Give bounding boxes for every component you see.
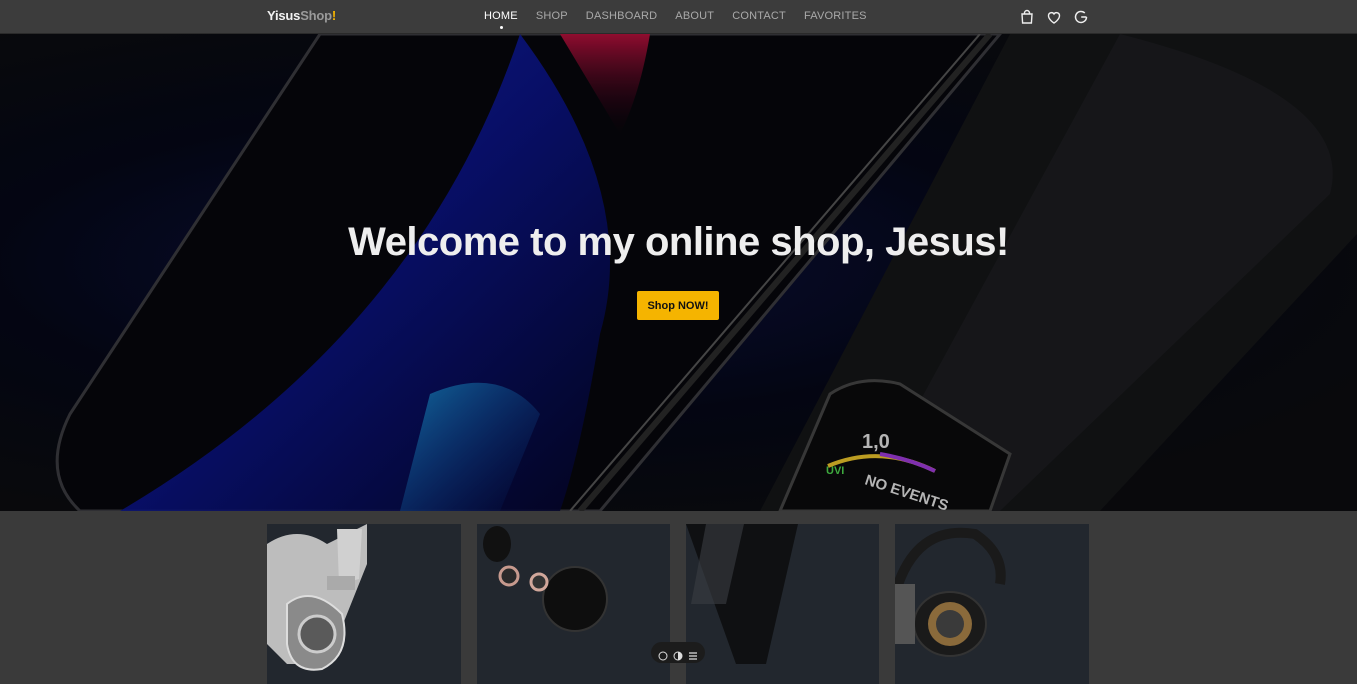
product-image-tablet — [686, 524, 798, 664]
hero-title: Welcome to my online shop, Jesus! — [348, 220, 1009, 264]
product-image-earbuds — [483, 526, 608, 632]
contrast-icon[interactable] — [673, 648, 683, 660]
google-icon[interactable] — [1073, 9, 1089, 25]
nav-favorites[interactable]: FAVORITES — [804, 10, 867, 22]
product-card[interactable] — [686, 524, 879, 684]
heart-icon[interactable] — [1046, 9, 1062, 25]
product-card[interactable] — [895, 524, 1089, 684]
nav-shop[interactable]: SHOP — [536, 10, 568, 22]
main-nav: HOME SHOP DASHBOARD ABOUT CONTACT FAVORI… — [484, 10, 867, 29]
brand-part-3: ! — [331, 8, 337, 23]
top-navbar: YisusShop! HOME SHOP DASHBOARD ABOUT CON… — [0, 0, 1357, 34]
menu-icon[interactable] — [688, 648, 698, 660]
product-card[interactable] — [267, 524, 461, 684]
nav-contact[interactable]: CONTACT — [732, 10, 786, 22]
product-image-headphones-gold — [895, 527, 1006, 657]
header-icons — [1019, 9, 1089, 25]
floating-toolbar — [651, 642, 705, 663]
brand-part-2: Shop — [300, 8, 332, 23]
comment-icon[interactable] — [658, 648, 668, 660]
brand-logo[interactable]: YisusShop! — [267, 8, 336, 23]
shop-now-button[interactable]: Shop NOW! — [637, 291, 719, 320]
hero-background-image: 1,0 UVI NO EVENTS — [0, 34, 1357, 511]
nav-home[interactable]: HOME — [484, 10, 518, 29]
product-card[interactable] — [477, 524, 670, 684]
hero-banner: 1,0 UVI NO EVENTS Welcome to my online s… — [0, 34, 1357, 511]
nav-about[interactable]: ABOUT — [675, 10, 714, 22]
brand-part-1: Yisus — [267, 8, 301, 23]
shopping-bag-icon[interactable] — [1019, 9, 1035, 25]
product-image-headphones-silver — [267, 524, 367, 671]
nav-dashboard[interactable]: DASHBOARD — [586, 10, 657, 22]
